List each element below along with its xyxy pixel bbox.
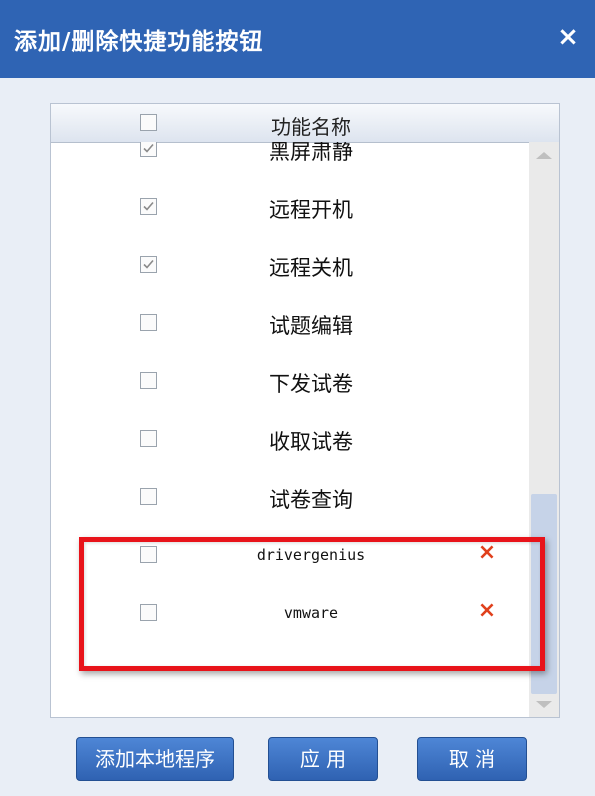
close-icon[interactable]: × xyxy=(555,24,581,50)
delete-icon[interactable]: × xyxy=(476,542,498,564)
row-checkbox[interactable] xyxy=(140,198,157,215)
row-checkbox[interactable] xyxy=(140,256,157,273)
list-header: 功能名称 xyxy=(51,104,559,143)
row-label: 远程关机 xyxy=(269,256,353,280)
list-item[interactable]: 试题编辑 xyxy=(51,294,527,352)
list-item[interactable]: vmware × xyxy=(51,584,527,642)
list-rows: 黑屏肃静 远程开机 远程关机 试题编辑 下发试卷 收取试卷 试卷查询 drive… xyxy=(51,142,527,717)
list-item[interactable]: 远程关机 xyxy=(51,236,527,294)
row-checkbox[interactable] xyxy=(140,604,157,621)
add-remove-shortcut-dialog: 添加/删除快捷功能按钮 × 功能名称 黑屏肃静 远程开机 远程关机 试题编辑 下… xyxy=(0,0,595,796)
apply-button[interactable]: 应 用 xyxy=(268,737,378,781)
dialog-title: 添加/删除快捷功能按钮 xyxy=(14,29,264,55)
list-item[interactable]: 收取试卷 xyxy=(51,410,527,468)
row-label: 下发试卷 xyxy=(269,372,353,396)
list-item[interactable]: 远程开机 xyxy=(51,178,527,236)
row-checkbox[interactable] xyxy=(140,314,157,331)
row-checkbox[interactable] xyxy=(140,546,157,563)
scroll-up-arrow-icon[interactable] xyxy=(529,144,559,166)
row-label: 试题编辑 xyxy=(269,314,353,338)
scroll-down-arrow-icon[interactable] xyxy=(529,693,559,715)
scrollbar-thumb[interactable] xyxy=(531,494,557,694)
column-header-function-name: 功能名称 xyxy=(271,115,351,139)
list-item[interactable]: 下发试卷 xyxy=(51,352,527,410)
row-label: 试卷查询 xyxy=(269,488,353,512)
row-label: drivergenius xyxy=(256,546,366,564)
list-item[interactable]: 黑屏肃静 xyxy=(51,142,527,178)
add-local-program-button[interactable]: 添加本地程序 xyxy=(76,737,234,781)
row-label: vmware xyxy=(283,604,339,622)
delete-icon[interactable]: × xyxy=(476,600,498,622)
function-list: 功能名称 黑屏肃静 远程开机 远程关机 试题编辑 下发试卷 收取试卷 试卷查询 … xyxy=(50,103,560,718)
row-label: 收取试卷 xyxy=(269,430,353,454)
select-all-checkbox[interactable] xyxy=(140,114,157,131)
row-checkbox[interactable] xyxy=(140,142,157,157)
row-checkbox[interactable] xyxy=(140,488,157,505)
vertical-scrollbar[interactable] xyxy=(529,142,559,717)
title-bar: 添加/删除快捷功能按钮 × xyxy=(0,0,595,78)
list-item[interactable]: drivergenius × xyxy=(51,526,527,584)
row-label: 黑屏肃静 xyxy=(269,142,353,164)
cancel-button[interactable]: 取 消 xyxy=(417,737,527,781)
row-checkbox[interactable] xyxy=(140,430,157,447)
row-checkbox[interactable] xyxy=(140,372,157,389)
row-label: 远程开机 xyxy=(269,198,353,222)
list-item[interactable]: 试卷查询 xyxy=(51,468,527,526)
